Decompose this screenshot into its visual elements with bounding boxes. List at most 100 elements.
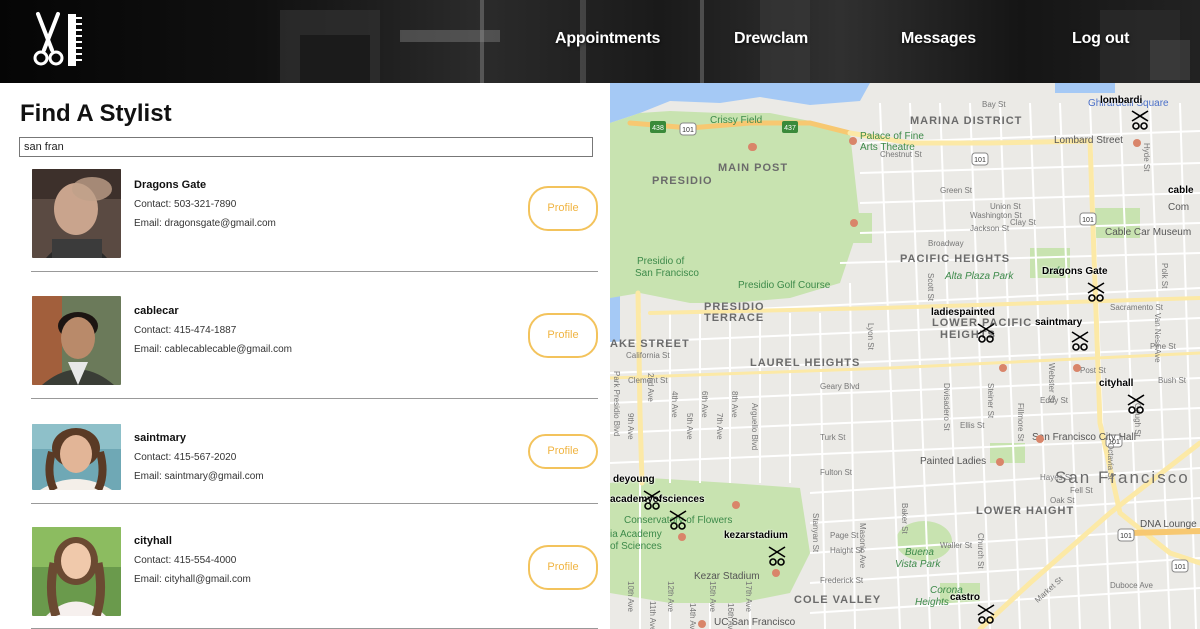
svg-text:Washington St: Washington St — [970, 211, 1023, 220]
scissors-pin-icon[interactable] — [1124, 391, 1148, 415]
page-title: Find A Stylist — [20, 100, 172, 127]
svg-text:Frederick St: Frederick St — [820, 576, 864, 585]
profile-button[interactable]: Profile — [528, 434, 598, 469]
profile-button[interactable]: Profile — [528, 545, 598, 590]
svg-text:15th Ave: 15th Ave — [708, 581, 717, 613]
svg-text:Arguello Blvd: Arguello Blvd — [750, 403, 759, 450]
scissors-pin-icon[interactable] — [974, 320, 998, 344]
scissors-pin-icon[interactable] — [666, 507, 690, 531]
svg-text:101: 101 — [1082, 217, 1094, 224]
scissors-pin-icon[interactable] — [765, 543, 789, 567]
svg-text:Hayes St: Hayes St — [1040, 473, 1073, 482]
svg-text:101: 101 — [974, 157, 986, 164]
profile-button[interactable]: Profile — [528, 186, 598, 231]
svg-text:Heights: Heights — [915, 597, 949, 608]
svg-text:Waller St: Waller St — [940, 541, 973, 550]
salon-logo[interactable] — [30, 10, 90, 70]
svg-text:6th Ave: 6th Ave — [700, 391, 709, 418]
svg-text:2nd Ave: 2nd Ave — [646, 373, 655, 402]
svg-text:Park Presidio Blvd: Park Presidio Blvd — [612, 371, 621, 436]
svg-text:Palace of Fine: Palace of Fine — [860, 131, 924, 142]
scissors-comb-icon — [33, 12, 82, 66]
pacific-heights-label: PACIFIC HEIGHTS — [900, 253, 1010, 265]
stylist-email: Email: cablecablecable@gmail.com — [134, 344, 292, 355]
stylist-avatar[interactable] — [32, 169, 121, 258]
scissors-pin-icon[interactable] — [1068, 328, 1092, 352]
svg-text:Turk St: Turk St — [820, 433, 846, 442]
pin-label: deyoung — [613, 474, 655, 485]
svg-text:10th Ave: 10th Ave — [626, 581, 635, 613]
pin-label: cityhall — [1099, 378, 1134, 389]
stylist-email: Email: dragonsgate@gmail.com — [134, 218, 276, 229]
stylist-name[interactable]: cityhall — [134, 535, 172, 547]
svg-text:California St: California St — [626, 351, 670, 360]
svg-text:Broadway: Broadway — [928, 239, 964, 248]
svg-text:17th Ave: 17th Ave — [744, 581, 753, 613]
scissors-pin-icon[interactable] — [1128, 107, 1152, 131]
stylist-card: cityhall Contact: 415-554-4000 Email: ci… — [31, 521, 598, 629]
stylist-name[interactable]: cablecar — [134, 305, 179, 317]
stylist-card: cablecar Contact: 415-474-1887 Email: ca… — [31, 292, 598, 399]
svg-text:Baker St: Baker St — [900, 503, 909, 534]
svg-text:Duboce Ave: Duboce Ave — [1110, 581, 1154, 590]
stylist-card: saintmary Contact: 415-567-2020 Email: s… — [31, 418, 598, 504]
svg-text:11th Ave: 11th Ave — [648, 601, 657, 629]
pin-label: Dragons Gate — [1042, 266, 1108, 277]
lake-street-label: AKE STREET — [610, 338, 690, 350]
nav-user-profile[interactable]: Drewclam — [734, 30, 808, 48]
svg-text:Ellis St: Ellis St — [960, 421, 985, 430]
stylist-name[interactable]: saintmary — [134, 432, 186, 444]
nav-appointments[interactable]: Appointments — [555, 30, 660, 48]
stylist-name[interactable]: Dragons Gate — [134, 179, 206, 191]
stylist-contact: Contact: 415-474-1887 — [134, 325, 237, 336]
stylist-email: Email: saintmary@gmail.com — [134, 471, 264, 482]
pin-label: lombardi — [1100, 95, 1143, 106]
svg-text:Chestnut St: Chestnut St — [880, 150, 923, 159]
profile-button[interactable]: Profile — [528, 313, 598, 358]
svg-text:Union St: Union St — [990, 202, 1021, 211]
svg-text:Stanyan St: Stanyan St — [811, 513, 820, 553]
svg-text:Green St: Green St — [940, 186, 973, 195]
top-nav-bar: Appointments Drewclam Messages Log out — [0, 0, 1200, 83]
svg-text:Alta Plaza Park: Alta Plaza Park — [944, 271, 1014, 282]
svg-text:San Francisco: San Francisco — [635, 268, 699, 279]
svg-text:Polk St: Polk St — [1160, 263, 1169, 289]
stylist-avatar[interactable] — [32, 527, 121, 616]
map-canvas[interactable]: 101 438 437 101 101 101 101 101 MARINA D… — [610, 83, 1200, 629]
stylist-card: Dragons Gate Contact: 503-321-7890 Email… — [31, 166, 598, 272]
svg-text:Hyde St: Hyde St — [1142, 143, 1151, 172]
nav-logout[interactable]: Log out — [1072, 30, 1129, 48]
search-input[interactable] — [19, 137, 593, 157]
stylist-avatar[interactable] — [32, 424, 121, 490]
svg-text:5th Ave: 5th Ave — [685, 413, 694, 440]
presidio-golf — [842, 213, 872, 243]
stylist-map[interactable]: 101 438 437 101 101 101 101 101 MARINA D… — [610, 83, 1200, 629]
svg-text:of Sciences: of Sciences — [610, 541, 662, 552]
svg-text:Van Ness Ave: Van Ness Ave — [1153, 313, 1162, 363]
stylist-contact: Contact: 415-567-2020 — [134, 452, 237, 463]
svg-text:Lyon St: Lyon St — [866, 323, 875, 351]
svg-text:Com: Com — [1168, 202, 1189, 213]
svg-text:12th Ave: 12th Ave — [666, 581, 675, 613]
svg-text:Fillmore St: Fillmore St — [1016, 403, 1025, 442]
svg-text:Geary Blvd: Geary Blvd — [820, 382, 860, 391]
svg-text:Scott St: Scott St — [926, 273, 935, 302]
marina-label: MARINA DISTRICT — [910, 115, 1022, 127]
svg-text:DNA Lounge: DNA Lounge — [1140, 519, 1197, 530]
svg-text:8th Ave: 8th Ave — [730, 391, 739, 418]
scissors-pin-icon[interactable] — [1084, 279, 1108, 303]
bay-water — [1055, 83, 1115, 93]
scissors-pin-icon[interactable] — [974, 601, 998, 625]
pin-label: saintmary — [1035, 317, 1083, 328]
svg-text:Cable Car Museum: Cable Car Museum — [1105, 227, 1191, 238]
nav-messages[interactable]: Messages — [901, 30, 976, 48]
svg-text:Painted Ladies: Painted Ladies — [920, 456, 986, 467]
stylist-avatar[interactable] — [32, 296, 121, 385]
lake-water — [610, 293, 620, 343]
lower-haight-label: LOWER HAIGHT — [976, 505, 1074, 517]
svg-text:101: 101 — [682, 127, 694, 134]
svg-text:Webster St: Webster St — [1047, 363, 1056, 403]
presidio-terrace-label-2: TERRACE — [704, 312, 764, 324]
svg-text:101: 101 — [1120, 533, 1132, 540]
scissors-pin-icon[interactable] — [640, 487, 664, 511]
